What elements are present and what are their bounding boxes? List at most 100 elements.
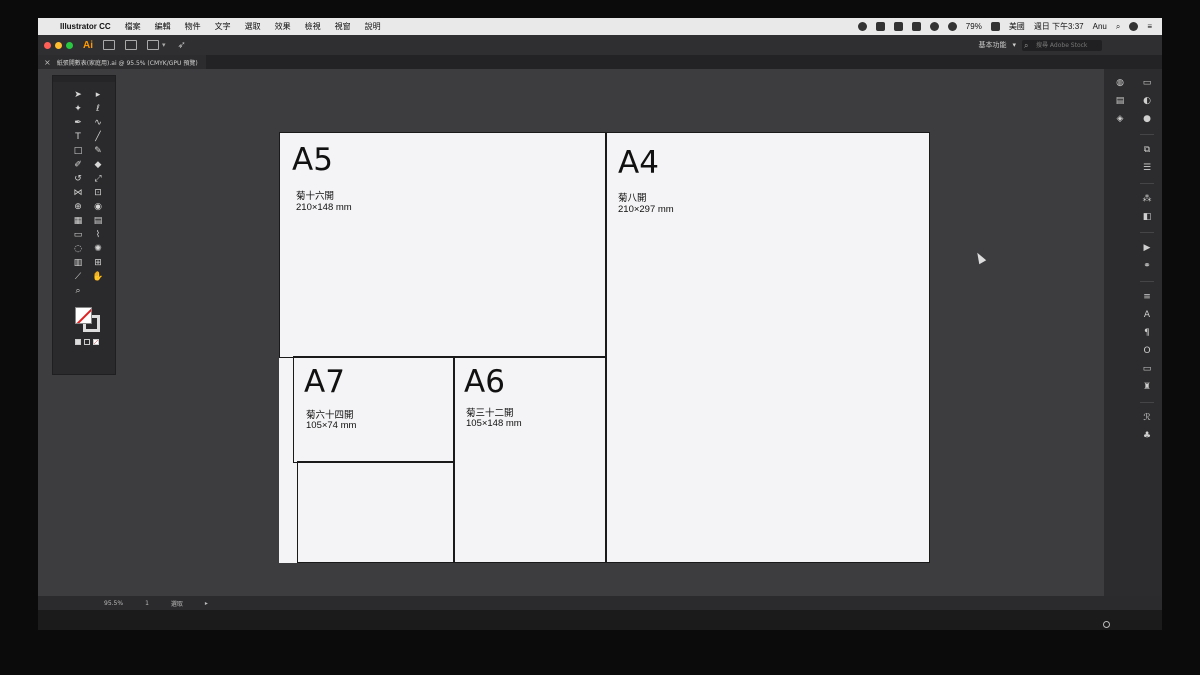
- eyedropper-tool-icon[interactable]: ⌇: [91, 230, 105, 241]
- minimize-window-button[interactable]: [55, 41, 62, 49]
- siri-icon[interactable]: [1129, 22, 1139, 31]
- appearance-icon[interactable]: ♜: [1141, 381, 1153, 393]
- a4-frame[interactable]: A4 菊八開 210×297 mm: [605, 132, 930, 563]
- rotate-tool-icon[interactable]: ↺: [71, 174, 85, 185]
- perspective-grid-tool-icon[interactable]: ▦: [71, 216, 85, 227]
- direct-selection-tool-icon[interactable]: ▸: [91, 90, 105, 101]
- a5-frame[interactable]: A5 菊十六開 210×148 mm: [279, 132, 607, 358]
- pathfinder-icon[interactable]: ♣: [1141, 430, 1153, 442]
- chevron-down-icon[interactable]: ▾: [162, 41, 166, 49]
- libraries-icon[interactable]: ▤: [1114, 95, 1126, 107]
- creative-cloud-icon[interactable]: [857, 22, 867, 31]
- bridge-icon[interactable]: [103, 40, 115, 50]
- workspace-switcher[interactable]: 基本功能: [978, 40, 1006, 50]
- magic-wand-tool-icon[interactable]: ✦: [71, 104, 85, 115]
- close-icon[interactable]: ×: [44, 58, 51, 67]
- swatches-icon[interactable]: ⧉: [1141, 144, 1153, 156]
- current-tool-display[interactable]: 選取: [171, 599, 183, 608]
- opentype-icon[interactable]: O: [1141, 345, 1153, 357]
- color-icon[interactable]: ●: [1141, 113, 1153, 125]
- mesh-tool-icon[interactable]: ▤: [91, 216, 105, 227]
- artboards-icon[interactable]: ▭: [1141, 77, 1153, 89]
- pen-tool-icon[interactable]: ✒: [71, 118, 85, 129]
- menu-effect[interactable]: 效果: [275, 21, 291, 32]
- color-guide-icon[interactable]: ◐: [1141, 95, 1153, 107]
- symbol-sprayer-tool-icon[interactable]: ✺: [91, 244, 105, 255]
- fill-swatch[interactable]: [75, 307, 92, 324]
- align-icon[interactable]: ≡: [1141, 291, 1153, 303]
- zoom-tool-icon[interactable]: ⌕: [71, 286, 85, 297]
- none-icon[interactable]: [93, 339, 99, 345]
- time-machine-icon[interactable]: [929, 22, 939, 31]
- menu-window[interactable]: 視窗: [335, 21, 351, 32]
- gradient-tool-icon[interactable]: ▭: [71, 230, 85, 241]
- zoom-level[interactable]: 95.5%: [104, 600, 123, 607]
- chevron-right-icon[interactable]: ▸: [205, 600, 208, 607]
- layers-icon[interactable]: ◈: [1114, 113, 1126, 125]
- selection-tool-icon[interactable]: ➤: [71, 90, 85, 101]
- document-tab[interactable]: × 紙張開數表(家庭用).ai @ 95.5% (CMYK/GPU 預覽): [38, 55, 206, 69]
- artboard-navigator[interactable]: 1: [145, 600, 149, 607]
- stock-search-input[interactable]: ⌕ 搜尋 Adobe Stock: [1022, 39, 1102, 51]
- symbols-icon[interactable]: ⁂: [1141, 193, 1153, 205]
- transparency-icon[interactable]: ▭: [1141, 363, 1153, 375]
- arrange-documents-icon[interactable]: [147, 40, 159, 50]
- notification-center-icon[interactable]: ≡: [1147, 22, 1152, 31]
- artboard[interactable]: A5 菊十六開 210×148 mm A4 菊八開 210×297 mm A7 …: [279, 132, 930, 563]
- stock-icon[interactable]: [125, 40, 137, 50]
- menu-view[interactable]: 檢視: [305, 21, 321, 32]
- brushes-icon[interactable]: ☰: [1141, 162, 1153, 174]
- menu-help[interactable]: 說明: [365, 21, 381, 32]
- menu-edit[interactable]: 編輯: [155, 21, 171, 32]
- input-source[interactable]: 美國: [1009, 21, 1025, 32]
- a6-frame[interactable]: A6 菊三十二開 105×148 mm: [453, 356, 607, 563]
- live-paint-tool-icon[interactable]: ◉: [91, 202, 105, 213]
- chevron-down-icon[interactable]: ▾: [1012, 41, 1016, 49]
- free-transform-tool-icon[interactable]: ⊡: [91, 188, 105, 199]
- airplay-icon[interactable]: [911, 22, 921, 31]
- menu-object[interactable]: 物件: [185, 21, 201, 32]
- plus-status-icon[interactable]: [893, 22, 903, 31]
- rectangle-tool-icon[interactable]: □: [71, 146, 85, 157]
- lasso-tool-icon[interactable]: ℓ: [91, 104, 105, 115]
- links-icon[interactable]: ⚭: [1141, 260, 1153, 272]
- line-tool-icon[interactable]: ╱: [91, 132, 105, 143]
- zoom-window-button[interactable]: [66, 41, 73, 49]
- paintbrush-tool-icon[interactable]: ✎: [91, 146, 105, 157]
- gradient-icon[interactable]: [84, 339, 90, 345]
- actions-icon[interactable]: ▶: [1141, 242, 1153, 254]
- color-icon[interactable]: [75, 339, 81, 345]
- width-tool-icon[interactable]: ⋈: [71, 188, 85, 199]
- menu-select[interactable]: 選取: [245, 21, 261, 32]
- graphic-styles-icon[interactable]: ◧: [1141, 211, 1153, 223]
- app-status-icon[interactable]: [875, 22, 885, 31]
- menu-type[interactable]: 文字: [215, 21, 231, 32]
- eraser-tool-icon[interactable]: ◆: [91, 160, 105, 171]
- scale-tool-icon[interactable]: ⤢: [91, 174, 105, 185]
- battery-percent[interactable]: 79%: [966, 22, 982, 31]
- slice-tool-icon[interactable]: ⟋: [71, 272, 85, 283]
- curvature-tool-icon[interactable]: ∿: [91, 118, 105, 129]
- character-icon[interactable]: A: [1141, 309, 1153, 321]
- paragraph-icon[interactable]: ¶: [1141, 327, 1153, 339]
- spotlight-icon[interactable]: ⌕: [1116, 22, 1120, 32]
- type-tool-icon[interactable]: T: [71, 132, 85, 143]
- properties-icon[interactable]: ◍: [1114, 77, 1126, 89]
- hand-tool-icon[interactable]: ✋: [91, 272, 105, 283]
- a7-frame[interactable]: A7 菊六十四開 105×74 mm: [293, 356, 455, 463]
- battery-icon[interactable]: [990, 22, 1000, 31]
- clock[interactable]: 週日 下午3:37: [1034, 21, 1084, 32]
- close-window-button[interactable]: [44, 41, 51, 49]
- a7-blank-frame[interactable]: [297, 461, 455, 563]
- wifi-icon[interactable]: [947, 22, 957, 31]
- user-name[interactable]: Anu: [1093, 22, 1107, 31]
- shaper-tool-icon[interactable]: ✐: [71, 160, 85, 171]
- shape-builder-tool-icon[interactable]: ⊕: [71, 202, 85, 213]
- glyphs-icon[interactable]: ℛ: [1141, 412, 1153, 424]
- artboard-tool-icon[interactable]: ⊞: [91, 258, 105, 269]
- gpu-performance-icon[interactable]: ➶: [178, 40, 186, 51]
- menu-file[interactable]: 檔案: [125, 21, 141, 32]
- column-graph-tool-icon[interactable]: ▥: [71, 258, 85, 269]
- blend-tool-icon[interactable]: ◌: [71, 244, 85, 255]
- menu-app-name[interactable]: Illustrator CC: [60, 22, 111, 31]
